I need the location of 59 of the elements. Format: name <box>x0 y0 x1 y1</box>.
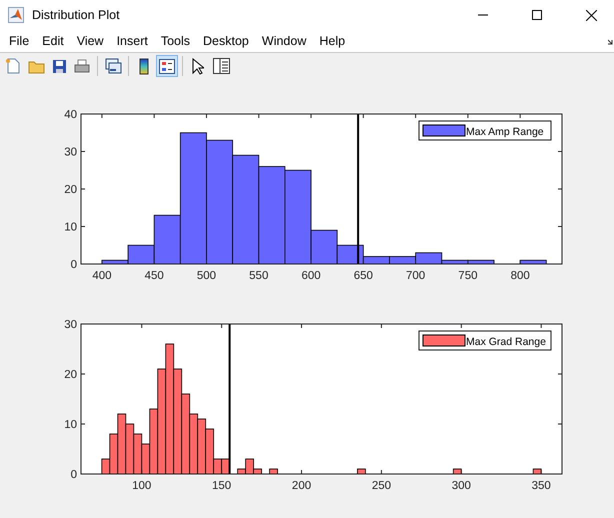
histogram-bar <box>189 414 198 474</box>
histogram-bar <box>197 418 206 474</box>
y-tick-label: 0 <box>70 259 77 271</box>
property-panel-icon <box>212 58 230 74</box>
menu-item[interactable]: Help <box>312 31 352 51</box>
legend-icon <box>159 58 175 74</box>
new-file-icon <box>5 58 21 74</box>
toolbar-button[interactable] <box>156 55 178 77</box>
y-tick-label: 20 <box>64 369 77 381</box>
y-tick-label: 20 <box>64 184 77 196</box>
histogram-bar <box>269 468 278 474</box>
menu-item[interactable]: File <box>2 31 36 51</box>
legend-label: Max Grad Range <box>466 336 546 348</box>
close-icon <box>586 10 596 20</box>
x-tick-label: 700 <box>406 270 426 282</box>
x-tick-label: 200 <box>292 480 312 492</box>
y-tick-label: 30 <box>64 146 77 158</box>
histogram-bar <box>452 468 462 474</box>
x-tick-label: 300 <box>452 480 471 492</box>
linked-windows-icon <box>104 58 122 74</box>
y-tick-label: 40 <box>64 109 77 121</box>
histogram-bar <box>520 260 547 264</box>
histogram-bar <box>357 468 366 474</box>
menu-item[interactable]: Window <box>254 31 312 51</box>
x-tick-label: 550 <box>249 270 268 282</box>
menu-item[interactable]: Desktop <box>196 31 255 51</box>
x-tick-label: 600 <box>301 270 321 282</box>
x-tick-label: 650 <box>354 270 373 282</box>
folder-icon <box>28 58 44 74</box>
toolbar-button[interactable] <box>210 55 232 77</box>
printer-icon <box>74 58 90 74</box>
y-tick-label: 10 <box>64 222 77 234</box>
y-tick-label: 30 <box>64 319 77 331</box>
x-tick-label: 250 <box>372 480 392 492</box>
colorbar-icon <box>139 58 149 74</box>
x-tick-label: 800 <box>510 270 530 282</box>
menu-item[interactable]: View <box>70 31 110 51</box>
x-tick-label: 750 <box>458 270 478 282</box>
histogram-bar <box>133 434 142 474</box>
y-tick-label: 0 <box>70 469 77 481</box>
x-tick-label: 350 <box>532 480 551 492</box>
x-tick-label: 100 <box>132 480 152 492</box>
save-icon <box>52 58 66 74</box>
y-tick-label: 10 <box>64 419 77 431</box>
x-tick-label: 500 <box>196 270 216 282</box>
app-logo-icon <box>8 7 24 23</box>
histogram-bar <box>532 468 542 474</box>
x-tick-label: 450 <box>144 270 164 282</box>
menu-item[interactable]: Edit <box>35 31 70 51</box>
x-tick-label: 150 <box>212 480 232 492</box>
histogram-bar <box>125 424 134 474</box>
menu-item[interactable]: Insert <box>110 31 154 51</box>
x-tick-label: 400 <box>92 270 112 282</box>
dock-arrow-icon[interactable] <box>608 39 614 45</box>
pointer-icon <box>192 58 204 74</box>
maximize-icon <box>532 10 542 20</box>
legend-label: Max Amp Range <box>466 126 544 138</box>
menu-item[interactable]: Tools <box>154 31 196 51</box>
window-title: Distribution Plot <box>32 8 121 22</box>
